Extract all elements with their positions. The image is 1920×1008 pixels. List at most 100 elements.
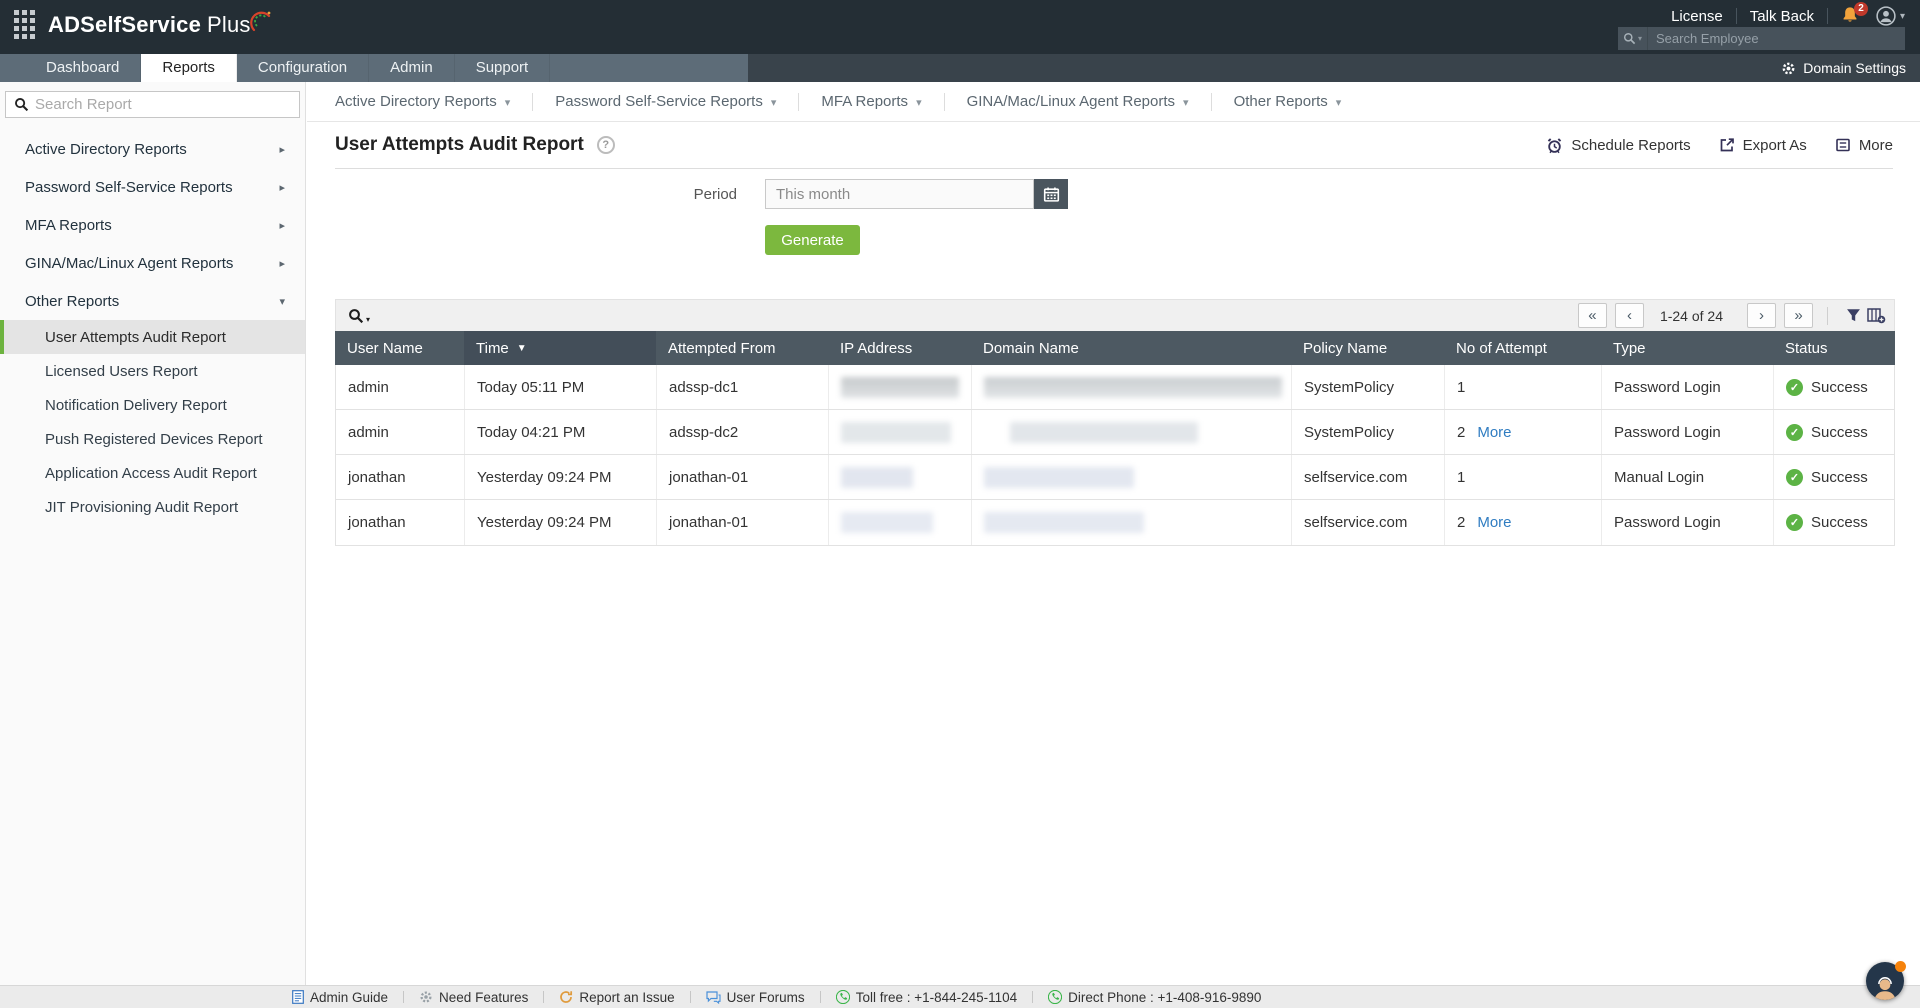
col-header-type[interactable]: Type	[1601, 331, 1773, 365]
sidebar-item-password-self-service-reports[interactable]: Password Self-Service Reports▸	[0, 168, 305, 206]
sidebar-item-gina-mac-linux-agent-reports[interactable]: GINA/Mac/Linux Agent Reports▸	[0, 244, 305, 282]
domain-settings-button[interactable]: Domain Settings	[1781, 54, 1906, 82]
cell-user-name: jonathan	[336, 455, 465, 499]
col-header-policy-name[interactable]: Policy Name	[1291, 331, 1444, 365]
search-icon	[348, 308, 364, 324]
search-icon[interactable]: ▾	[1618, 27, 1648, 50]
cell-ip-address	[829, 500, 972, 545]
redacted-block	[984, 512, 1144, 533]
need-features-link[interactable]: Need Features	[419, 990, 528, 1005]
talkback-link[interactable]: Talk Back	[1750, 8, 1814, 25]
cell-status: ✓Success	[1774, 500, 1894, 545]
tab-reports[interactable]: Reports	[141, 54, 237, 82]
schedule-reports-button[interactable]: Schedule Reports	[1546, 137, 1690, 154]
prev-page-button[interactable]: ‹	[1615, 303, 1644, 328]
col-header-attempted-from[interactable]: Attempted From	[656, 331, 828, 365]
cell-domain-name	[972, 455, 1292, 499]
sidebar-item-active-directory-reports[interactable]: Active Directory Reports▸	[0, 130, 305, 168]
divider	[403, 991, 404, 1003]
notification-badge: 2	[1854, 2, 1868, 16]
col-header-user-name[interactable]: User Name	[335, 331, 464, 365]
more-attempts-link[interactable]: More	[1477, 514, 1511, 531]
redacted-block	[984, 377, 1282, 398]
col-header-ip-address[interactable]: IP Address	[828, 331, 971, 365]
divider	[1211, 93, 1212, 111]
export-as-button[interactable]: Export As	[1719, 137, 1807, 154]
main-nav: Dashboard Reports Configuration Admin Su…	[0, 54, 1920, 82]
col-header-no-of-attempt[interactable]: No of Attempt	[1444, 331, 1601, 365]
sidebar-item-licensed-users-report[interactable]: Licensed Users Report	[0, 354, 305, 388]
tab-dashboard[interactable]: Dashboard	[25, 54, 141, 82]
sidebar-item-mfa-reports[interactable]: MFA Reports▸	[0, 206, 305, 244]
sidebar-item-push-registered-devices-report[interactable]: Push Registered Devices Report	[0, 422, 305, 456]
gear-icon	[419, 990, 433, 1004]
sidebar-item-notification-delivery-report[interactable]: Notification Delivery Report	[0, 388, 305, 422]
divider	[820, 991, 821, 1003]
cell-ip-address	[829, 455, 972, 499]
user-menu[interactable]: ▾	[1876, 6, 1905, 26]
col-header-status[interactable]: Status	[1773, 331, 1895, 365]
period-input[interactable]	[765, 179, 1034, 209]
sidebar-item-other-reports[interactable]: Other Reports▾	[0, 282, 305, 320]
col-header-time[interactable]: Time▼	[464, 331, 656, 365]
report-search-input[interactable]	[35, 96, 291, 113]
cell-policy-name: selfservice.com	[1292, 455, 1445, 499]
nav-active-directory-reports[interactable]: Active Directory Reports▾	[335, 93, 510, 110]
help-icon[interactable]: ?	[597, 136, 615, 154]
chevron-down-icon: ▾	[1638, 34, 1642, 43]
nav-mfa-reports[interactable]: MFA Reports▾	[821, 93, 921, 110]
funnel-icon	[1846, 308, 1861, 323]
report-table: ▾ « ‹ 1-24 of 24 › »	[335, 299, 1895, 546]
table-header-row: User Name Time▼ Attempted From IP Addres…	[335, 331, 1895, 365]
domain-settings-label: Domain Settings	[1803, 60, 1906, 76]
next-page-button[interactable]: ›	[1747, 303, 1776, 328]
filter-button[interactable]	[1846, 308, 1861, 323]
calendar-button[interactable]	[1034, 179, 1068, 209]
more-attempts-link[interactable]: More	[1477, 424, 1511, 441]
report-an-issue-link[interactable]: Report an Issue	[559, 990, 674, 1005]
last-page-button[interactable]: »	[1784, 303, 1813, 328]
apps-grid-icon[interactable]	[14, 10, 35, 39]
period-label: Period	[637, 186, 737, 203]
user-forums-link[interactable]: User Forums	[706, 990, 805, 1005]
logo[interactable]: ADSelfService Plus	[14, 10, 273, 39]
sidebar-item-user-attempts-audit-report[interactable]: User Attempts Audit Report	[0, 320, 305, 354]
cell-domain-name	[972, 410, 1292, 454]
divider	[532, 93, 533, 111]
col-header-domain-name[interactable]: Domain Name	[971, 331, 1291, 365]
cell-status: ✓Success	[1774, 365, 1894, 409]
column-chooser-button[interactable]	[1867, 307, 1886, 324]
generate-button[interactable]: Generate	[765, 225, 860, 255]
pagination-range: 1-24 of 24	[1660, 308, 1723, 324]
sidebar-item-jit-provisioning-audit-report[interactable]: JIT Provisioning Audit Report	[0, 490, 305, 524]
notifications-button[interactable]: 2	[1841, 6, 1863, 26]
toll-free-number[interactable]: Toll free : +1-844-245-1104	[836, 990, 1017, 1005]
cell-ip-address	[829, 365, 972, 409]
employee-search-input[interactable]	[1648, 31, 1905, 46]
table-search-button[interactable]: ▾	[348, 308, 370, 324]
nav-gina-mac-linux-agent-reports[interactable]: GINA/Mac/Linux Agent Reports▾	[967, 93, 1189, 110]
cell-attempted-from: adssp-dc2	[657, 410, 829, 454]
sidebar-item-application-access-audit-report[interactable]: Application Access Audit Report	[0, 456, 305, 490]
more-actions-button[interactable]: More	[1835, 137, 1893, 154]
nav-other-reports[interactable]: Other Reports▾	[1234, 93, 1342, 110]
cell-user-name: admin	[336, 365, 465, 409]
first-page-button[interactable]: «	[1578, 303, 1607, 328]
tab-support[interactable]: Support	[455, 54, 551, 82]
adselfservice-plus-page: ADSelfService Plus License Talk Back 2 ▾	[0, 0, 1920, 1008]
top-header: ADSelfService Plus License Talk Back 2 ▾	[0, 0, 1920, 54]
table-row: jonathan Yesterday 09:24 PM jonathan-01 …	[336, 500, 1894, 545]
tab-admin[interactable]: Admin	[369, 54, 455, 82]
license-link[interactable]: License	[1671, 8, 1723, 25]
chevron-down-icon: ▾	[1336, 96, 1342, 109]
direct-phone-number[interactable]: Direct Phone : +1-408-916-9890	[1048, 990, 1261, 1005]
employee-search: ▾	[1618, 27, 1905, 50]
export-icon	[1719, 137, 1735, 153]
tab-configuration[interactable]: Configuration	[237, 54, 369, 82]
admin-guide-link[interactable]: Admin Guide	[292, 990, 388, 1005]
chat-notification-dot	[1895, 961, 1906, 972]
nav-password-self-service-reports[interactable]: Password Self-Service Reports▾	[555, 93, 776, 110]
chevron-down-icon: ▾	[505, 96, 511, 109]
reports-sidebar: Active Directory Reports▸ Password Self-…	[0, 82, 306, 985]
table-body: admin Today 05:11 PM adssp-dc1 SystemPol…	[335, 365, 1895, 546]
